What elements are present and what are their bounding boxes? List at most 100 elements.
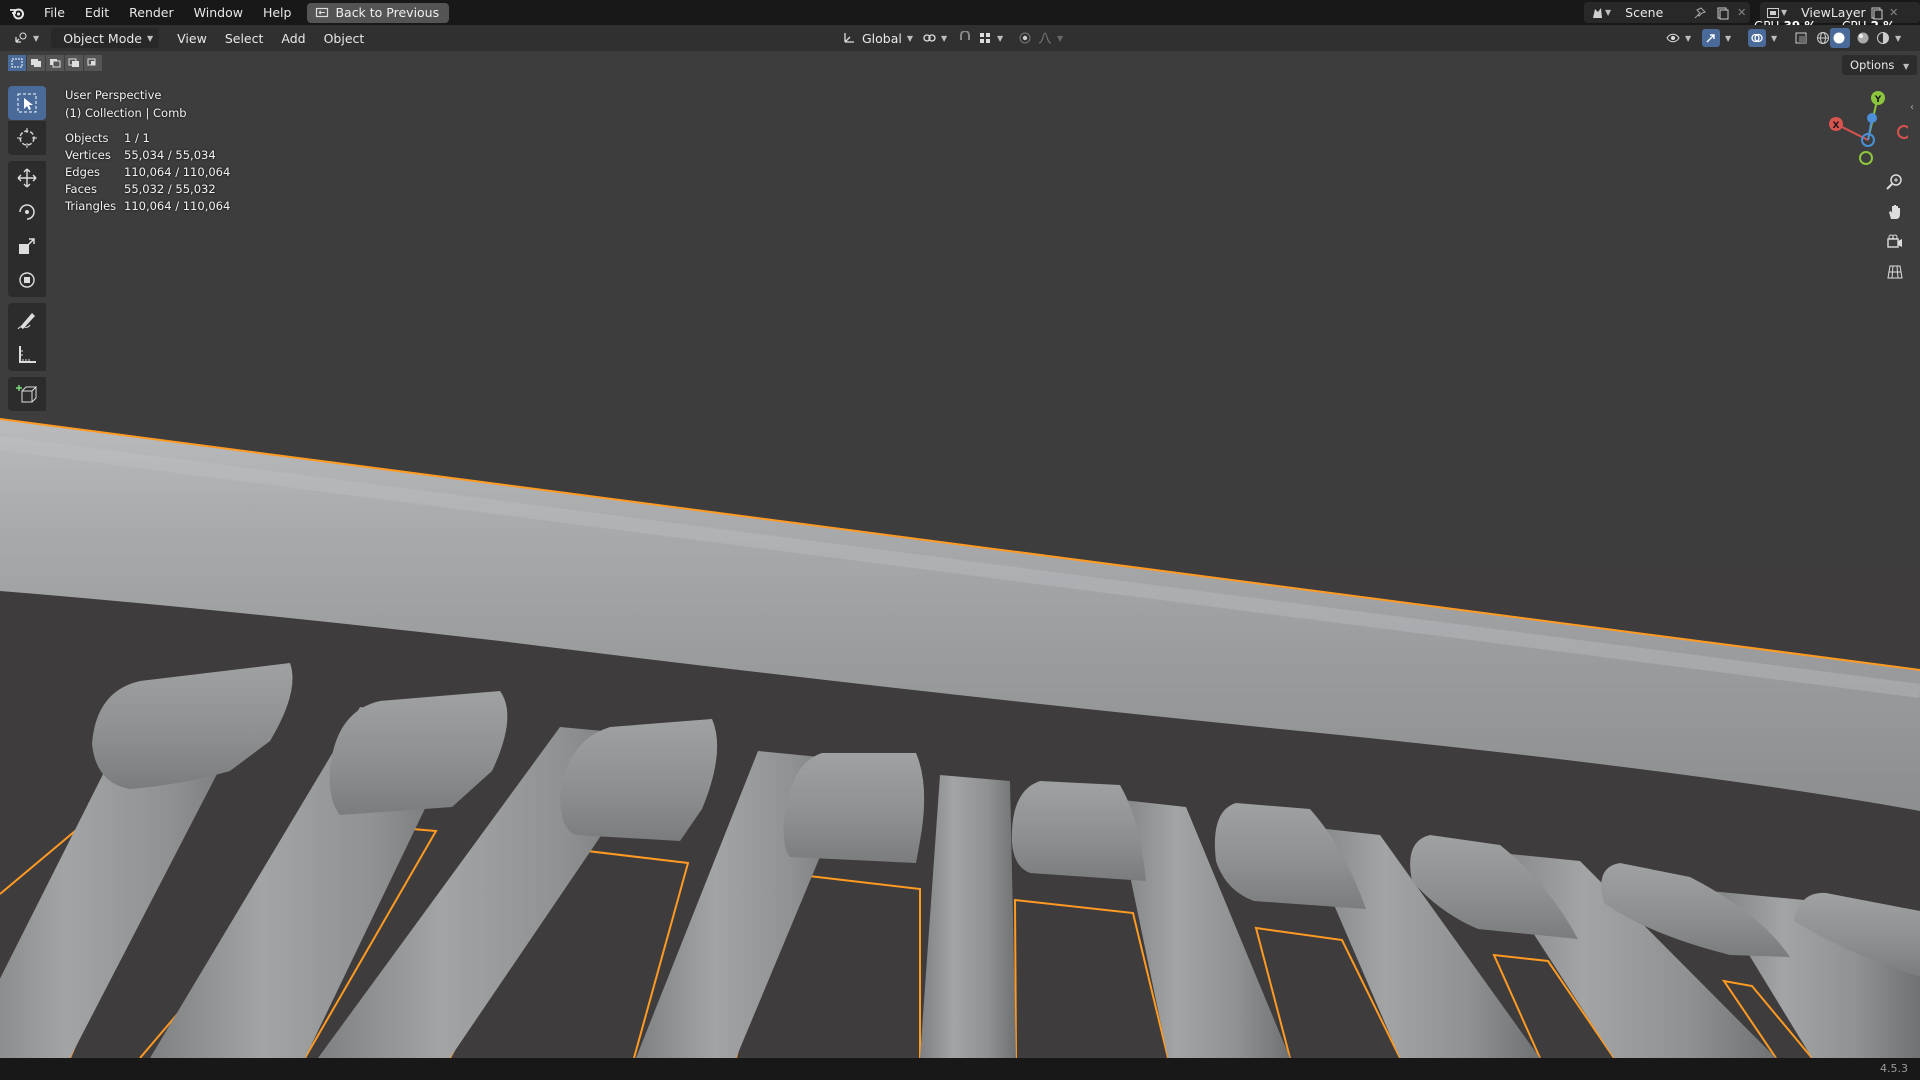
overlays-toggle[interactable]: ▼ [1742, 28, 1783, 48]
view-layer-name[interactable]: ViewLayer [1795, 5, 1869, 20]
menu-object[interactable]: Object [318, 28, 371, 48]
snap-grid-icon [980, 33, 990, 43]
select-extend-icon[interactable] [27, 55, 45, 71]
proportional-falloff-dropdown[interactable]: ▼ [1032, 28, 1069, 48]
solid-sphere-icon [1833, 32, 1845, 44]
shading-solid[interactable] [1830, 28, 1850, 48]
scene-selector[interactable]: ▼ Scene ✕ [1584, 2, 1750, 23]
pivot-chevron-down-icon: ▼ [941, 33, 948, 43]
view-layer-chevron-down-icon: ▼ [1781, 8, 1788, 17]
perspective-toggle-button[interactable] [1880, 258, 1910, 286]
annotate-pencil-icon [17, 313, 35, 330]
tool-cursor[interactable] [8, 121, 46, 155]
select-new-icon[interactable] [8, 55, 26, 71]
menu-help[interactable]: Help [253, 0, 302, 25]
editor-type-chevron-down-icon: ▼ [33, 33, 40, 43]
gizmo-icon [1702, 29, 1720, 47]
gizmo-neg-y[interactable] [1859, 151, 1873, 165]
tool-measure[interactable] [8, 337, 46, 371]
collection-name: (1) Collection | Comb [65, 106, 187, 120]
view-layer-icon [1767, 7, 1779, 18]
editor-type-selector[interactable]: ▼ [8, 28, 45, 48]
gizmo-chevron-down-icon: ▼ [1725, 33, 1732, 43]
orientation-chevron-down-icon: ▼ [906, 33, 914, 43]
viewport-info-overlay: User Perspective (1) Collection | Comb O… [65, 86, 230, 215]
navigation-gizmo[interactable]: Y X [1816, 88, 1908, 172]
object-mode-label: Object Mode [63, 30, 142, 46]
eye-icon [1666, 33, 1680, 43]
tool-move[interactable] [8, 161, 46, 195]
3d-viewport-icon [15, 32, 27, 43]
tool-scale[interactable] [8, 229, 46, 263]
gizmo-neg-x[interactable] [1897, 125, 1908, 139]
viewport-header: ▼ Object Mode ▼ View Select Add Object G… [0, 25, 1920, 51]
remove-scene-icon[interactable]: ✕ [1737, 6, 1746, 19]
stat-edges: Edges 110,064 / 110,064 [65, 165, 231, 179]
tool-rotate[interactable] [8, 195, 46, 229]
options-chevron-down-icon: ▼ [1903, 62, 1910, 71]
svg-text:Y: Y [1874, 95, 1882, 105]
xray-icon [1795, 32, 1807, 44]
tool-transform[interactable] [8, 263, 46, 297]
scene-name[interactable]: Scene [1619, 5, 1693, 20]
gizmo-toggle[interactable]: ▼ [1696, 28, 1737, 48]
camera-view-button[interactable] [1880, 228, 1910, 256]
perspective-grid-icon [1887, 265, 1903, 279]
view-name: User Perspective [65, 88, 162, 102]
overlays-icon [1748, 29, 1766, 47]
new-scene-icon[interactable] [1715, 6, 1729, 20]
scene-icon [1593, 7, 1602, 18]
menu-window[interactable]: Window [184, 0, 253, 25]
sidebar-toggle-arrow-icon[interactable]: ‹ [1910, 102, 1914, 113]
back-to-previous-label: Back to Previous [335, 5, 440, 20]
tool-add-cube[interactable] [8, 377, 46, 411]
stat-triangles: Triangles 110,064 / 110,064 [65, 199, 231, 213]
overlays-chevron-down-icon: ▼ [1771, 33, 1778, 43]
proportional-edit-icon [1019, 32, 1031, 44]
object-mode-dropdown[interactable]: Object Mode ▼ [51, 28, 160, 48]
new-view-layer-icon[interactable] [1869, 6, 1883, 20]
pan-view-button[interactable] [1880, 198, 1910, 226]
select-subtract-icon[interactable] [46, 55, 64, 71]
options-dropdown[interactable]: Options ▼ [1842, 55, 1918, 75]
menu-add[interactable]: Add [275, 28, 311, 48]
gizmo-z-axis[interactable] [1867, 113, 1877, 123]
pin-icon[interactable] [1693, 6, 1707, 20]
hand-pan-icon [1889, 205, 1900, 219]
menu-edit[interactable]: Edit [75, 0, 119, 25]
select-box-icon [17, 93, 37, 113]
options-label: Options [1850, 58, 1895, 72]
shading-chevron-down-icon: ▼ [1895, 33, 1902, 43]
rotate-icon [19, 204, 35, 220]
select-invert-icon[interactable] [65, 55, 83, 71]
snap-chevron-down-icon: ▼ [997, 33, 1004, 43]
blender-logo-icon[interactable] [0, 0, 34, 25]
back-to-previous-button[interactable]: Back to Previous [307, 2, 450, 23]
menu-file[interactable]: File [34, 0, 75, 25]
select-intersect-icon[interactable] [84, 55, 102, 71]
add-cube-icon [16, 385, 38, 403]
pivot-point-dropdown[interactable]: ▼ [916, 28, 953, 48]
svg-text:X: X [1833, 121, 1840, 131]
pivot-point-icon [923, 34, 936, 42]
menu-view[interactable]: View [171, 28, 213, 48]
transform-orientation-label: Global [862, 30, 902, 46]
snap-target-dropdown[interactable]: ▼ [972, 28, 1009, 48]
remove-view-layer-icon[interactable]: ✕ [1889, 6, 1898, 19]
3d-viewport[interactable]: Options ▼ [0, 51, 1920, 1058]
material-sphere-icon [1857, 32, 1869, 44]
zoom-view-button[interactable] [1880, 168, 1910, 196]
tool-select-box[interactable] [8, 86, 46, 120]
visibility-dropdown[interactable]: ▼ [1660, 28, 1697, 48]
scene-statistics: Objects 1 / 1 Vertices 55,034 / 55,034 Edg… [65, 130, 230, 215]
tool-annotate[interactable] [8, 303, 46, 337]
menu-select[interactable]: Select [219, 28, 270, 48]
comb-mesh-render[interactable] [0, 51, 1920, 1058]
shading-rendered[interactable]: ▼ [1870, 28, 1907, 48]
wireframe-sphere-icon [1817, 32, 1829, 44]
transform-orientation-dropdown[interactable]: Global ▼ [836, 28, 919, 48]
scale-icon [19, 238, 35, 254]
menu-render[interactable]: Render [119, 0, 184, 25]
falloff-chevron-down-icon: ▼ [1057, 33, 1064, 43]
scene-chevron-down-icon: ▼ [1605, 8, 1612, 17]
